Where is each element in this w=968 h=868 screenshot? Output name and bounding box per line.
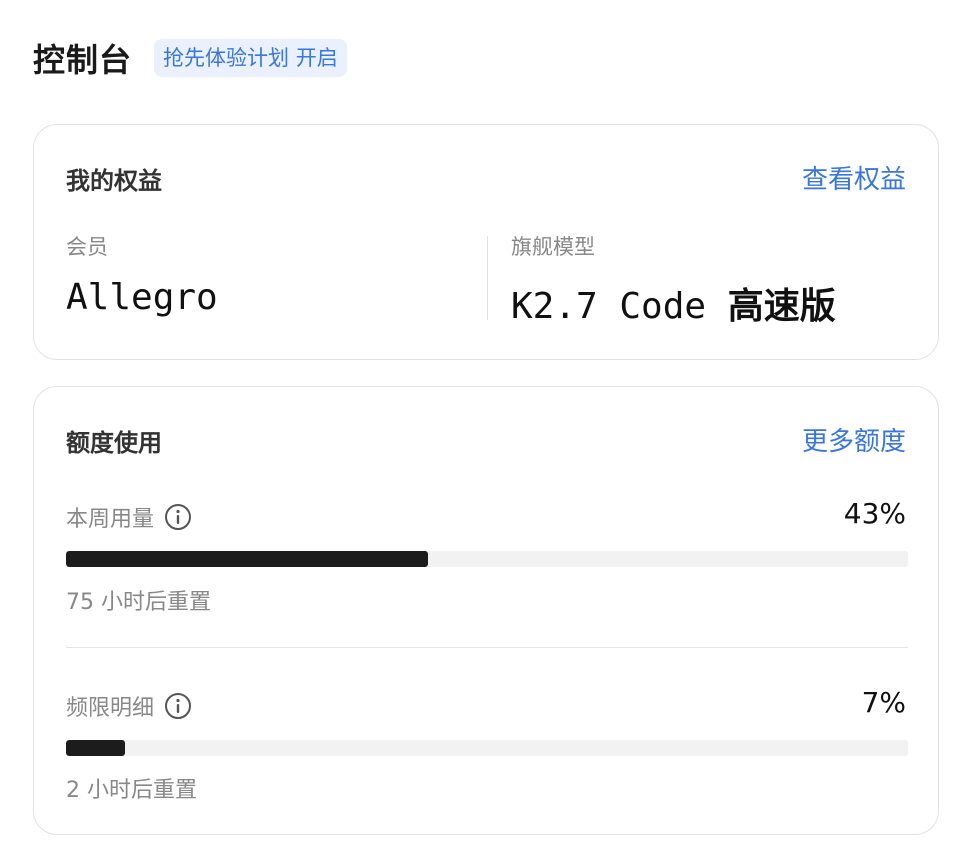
benefits-title: 我的权益 [66, 167, 162, 195]
model-value: K2.7 Code 高速版 [511, 277, 836, 329]
info-circle-icon[interactable] [164, 692, 192, 720]
membership-label: 会员 [66, 235, 108, 259]
rate-limit-bar [66, 740, 908, 756]
model-name: K2.7 Code [511, 286, 728, 327]
rate-limit-label-row: 频限明细 [66, 690, 192, 722]
early-access-badge[interactable]: 抢先体验计划 开启 [154, 39, 347, 77]
weekly-usage-label: 本周用量 [66, 507, 155, 532]
benefits-card: 我的权益 查看权益 会员 Allegro 旗舰模型 K2.7 Code 高速版 [33, 124, 939, 360]
more-quota-link[interactable]: 更多额度 [802, 421, 906, 458]
weekly-reset-text: 75 小时后重置 [66, 590, 211, 615]
weekly-usage-label-row: 本周用量 [66, 501, 192, 533]
header: 控制台 抢先体验计划 开启 [33, 36, 347, 80]
membership-value: Allegro [66, 277, 218, 318]
rate-limit-percent: 7% [861, 686, 906, 719]
rate-reset-text: 2 小时后重置 [66, 778, 197, 803]
quota-title: 额度使用 [66, 429, 162, 457]
weekly-usage-percent: 43% [843, 497, 906, 530]
page-title: 控制台 [33, 41, 133, 79]
view-benefits-link[interactable]: 查看权益 [802, 159, 906, 196]
weekly-usage-bar-fill [66, 551, 429, 567]
rate-limit-bar-fill [66, 740, 125, 756]
rate-limit-label: 频限明细 [66, 696, 155, 721]
weekly-usage-bar [66, 551, 908, 567]
model-label: 旗舰模型 [511, 235, 595, 259]
section-divider [66, 647, 908, 648]
model-tier: 高速版 [727, 286, 836, 327]
quota-card: 额度使用 更多额度 本周用量 43% 75 小时后重置 频限明细 7% 2 小时… [33, 386, 939, 835]
column-divider [487, 236, 488, 320]
info-circle-icon[interactable] [164, 503, 192, 531]
